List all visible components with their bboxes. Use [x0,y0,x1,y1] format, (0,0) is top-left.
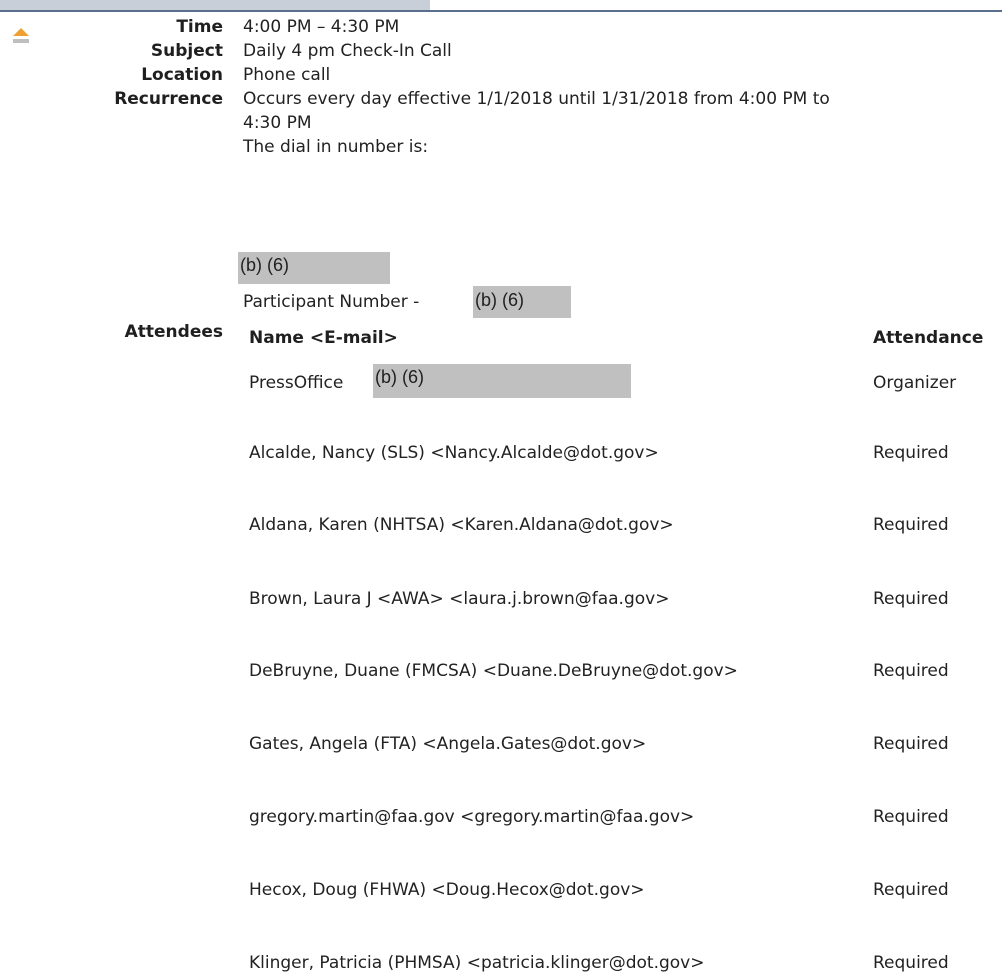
attendee-attendance: Required [873,443,949,463]
subject-value: Daily 4 pm Check-In Call [243,41,452,61]
subject-label: Subject [150,41,223,61]
recurrence-label: Recurrence [114,89,223,109]
attendee-attendance: Required [873,953,949,973]
participant-number-label: Participant Number - [243,292,420,312]
dial-in-text: The dial in number is: [243,137,429,157]
column-header-attendance: Attendance [873,328,984,348]
collapse-up-icon[interactable] [10,24,32,46]
recurrence-line-1: Occurs every day effective 1/1/2018 unti… [243,89,830,109]
attendee-name: Aldana, Karen (NHTSA) <Karen.Aldana@dot.… [249,515,674,535]
attendee-attendance: Required [873,734,949,754]
attendee-attendance: Required [873,589,949,609]
location-value: Phone call [243,65,331,85]
location-label: Location [141,65,223,85]
attendee-name: Klinger, Patricia (PHMSA) <patricia.klin… [249,953,705,973]
attendee-attendance: Required [873,515,949,535]
time-value: 4:00 PM – 4:30 PM [243,17,400,37]
attendees-label: Attendees [124,322,223,342]
column-header-name: Name <E-mail> [249,328,398,348]
recurrence-line-2: 4:30 PM [243,113,312,133]
time-label: Time [176,17,223,37]
header-bar-light [0,0,430,10]
redaction-box: (b) (6) [238,252,390,284]
attendee-name: Brown, Laura J <AWA> <laura.j.brown@faa.… [249,589,670,609]
attendee-attendance: Required [873,880,949,900]
attendee-name: Alcalde, Nancy (SLS) <Nancy.Alcalde@dot.… [249,443,659,463]
attendee-name: DeBruyne, Duane (FMCSA) <Duane.DeBruyne@… [249,661,738,681]
attendee-attendance: Organizer [873,373,957,393]
attendee-attendance: Required [873,661,949,681]
attendee-name: gregory.martin@faa.gov <gregory.martin@f… [249,807,695,827]
attendee-attendance: Required [873,807,949,827]
attendee-name: PressOffice [249,373,344,393]
attendee-name: Hecox, Doug (FHWA) <Doug.Hecox@dot.gov> [249,880,645,900]
header-bar-rule [0,10,1002,12]
attendee-name: Gates, Angela (FTA) <Angela.Gates@dot.go… [249,734,647,754]
redaction-box: (b) (6) [473,286,571,318]
redaction-box: (b) (6) [373,364,631,398]
